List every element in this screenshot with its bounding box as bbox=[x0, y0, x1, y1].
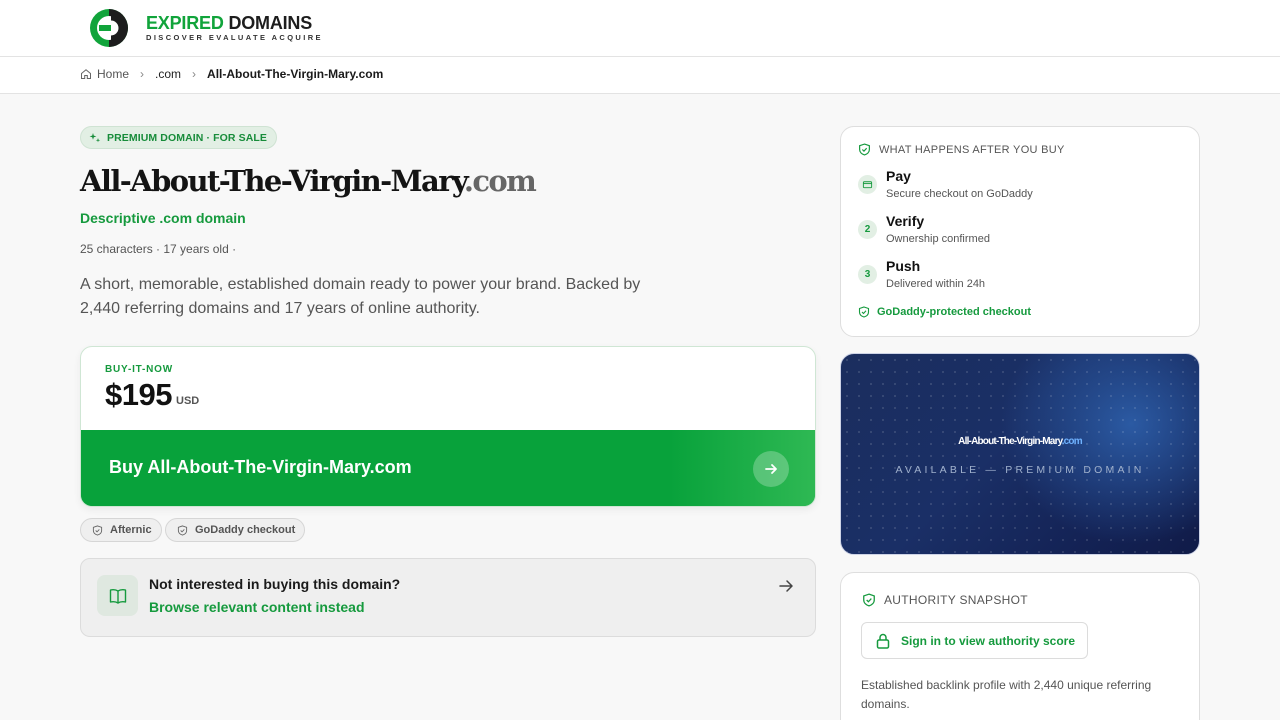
shield-check-icon bbox=[92, 524, 103, 536]
arrow-right-icon bbox=[779, 580, 793, 592]
step-title: Pay bbox=[886, 168, 911, 184]
after-purchase-heading: WHAT HAPPENS AFTER YOU BUY bbox=[858, 143, 1065, 156]
top-bar: EXPIRED DOMAINS DISCOVER EVALUATE ACQUIR… bbox=[0, 0, 1280, 57]
domain-preview-card: All-About-The-Virgin-Mary.com AVAILABLE … bbox=[840, 353, 1200, 555]
after-purchase-card: WHAT HAPPENS AFTER YOU BUY Pay Secure ch… bbox=[840, 126, 1200, 337]
sparkle-icon bbox=[89, 132, 101, 142]
breadcrumb-current: All-About-The-Virgin-Mary.com bbox=[207, 67, 384, 81]
domain-description: A short, memorable, established domain r… bbox=[80, 276, 641, 317]
step-desc: Ownership confirmed bbox=[886, 233, 990, 245]
logo-tagline: DISCOVER EVALUATE ACQUIRE bbox=[146, 32, 323, 42]
arrow-right-icon bbox=[753, 451, 789, 487]
credit-card-icon bbox=[858, 175, 877, 194]
step-number: 2 bbox=[858, 220, 877, 239]
premium-badge-label: PREMIUM DOMAIN · FOR SALE bbox=[107, 131, 267, 144]
shield-check-icon bbox=[859, 143, 870, 156]
breadcrumb-home-link[interactable]: Home bbox=[97, 67, 129, 81]
step-title: Push bbox=[886, 258, 921, 274]
home-icon bbox=[81, 69, 91, 79]
authority-snapshot-card: AUTHORITY SNAPSHOT Sign in to view autho… bbox=[840, 572, 1200, 720]
step-number: 3 bbox=[858, 265, 877, 284]
chevron-right-icon: › bbox=[192, 67, 197, 81]
lock-icon bbox=[876, 633, 890, 649]
step-desc: Delivered within 24h bbox=[886, 278, 986, 290]
sign-in-authority-button[interactable]: Sign in to view authority score bbox=[861, 622, 1089, 659]
price: $195 bbox=[105, 377, 172, 412]
buy-domain-button[interactable]: Buy All-About-The-Virgin-Mary.com bbox=[81, 430, 815, 506]
breadcrumb: Home › .com › All-About-The-Virgin-Mary.… bbox=[80, 67, 383, 81]
chevron-right-icon: › bbox=[140, 67, 145, 81]
shield-check-icon bbox=[863, 593, 875, 607]
book-icon bbox=[97, 575, 138, 616]
site-logo[interactable]: EXPIRED DOMAINS DISCOVER EVALUATE ACQUIR… bbox=[87, 8, 323, 48]
shield-check-icon bbox=[177, 524, 188, 536]
godaddy-checkout-chip: GoDaddy checkout bbox=[165, 518, 306, 542]
browse-content-link[interactable]: Browse relevant content instead bbox=[149, 599, 365, 615]
protected-checkout-note: GoDaddy-protected checkout bbox=[858, 306, 1031, 318]
breadcrumb-bar: Home › .com › All-About-The-Virgin-Mary.… bbox=[0, 57, 1280, 94]
buy-button-label: Buy All-About-The-Virgin-Mary.com bbox=[109, 457, 412, 477]
preview-tagline: AVAILABLE — PREMIUM DOMAIN bbox=[895, 464, 1145, 476]
shield-check-icon bbox=[858, 306, 870, 318]
authority-description: Established backlink profile with 2,440 … bbox=[861, 678, 1152, 711]
breadcrumb-tld-link[interactable]: .com bbox=[155, 67, 181, 81]
not-interested-title: Not interested in buying this domain? bbox=[149, 576, 401, 592]
afternic-chip: Afternic bbox=[80, 518, 162, 542]
browse-content-card[interactable]: Not interested in buying this domain? Br… bbox=[80, 558, 816, 637]
premium-badge: PREMIUM DOMAIN · FOR SALE bbox=[80, 126, 277, 149]
step-desc: Secure checkout on GoDaddy bbox=[886, 188, 1033, 200]
step-title: Verify bbox=[886, 213, 925, 229]
buy-it-now-label: BUY-IT-NOW bbox=[105, 364, 173, 375]
preview-domain-name: All-About-The-Virgin-Mary.com bbox=[958, 436, 1082, 447]
domain-title: All-About-The-Virgin-Mary.com bbox=[80, 164, 537, 198]
domain-subtitle: Descriptive .com domain bbox=[80, 210, 246, 226]
logo-mark-icon bbox=[90, 9, 128, 47]
authority-heading: AUTHORITY SNAPSHOT bbox=[862, 593, 1028, 607]
dot-grid-pattern bbox=[841, 354, 1199, 554]
logo-title: EXPIRED DOMAINS bbox=[146, 12, 313, 33]
currency: USD bbox=[176, 395, 200, 407]
domain-meta: 25 characters · 17 years old · bbox=[80, 242, 237, 256]
buy-card: BUY-IT-NOW $195 USD Buy All-About-The-Vi… bbox=[80, 346, 816, 507]
